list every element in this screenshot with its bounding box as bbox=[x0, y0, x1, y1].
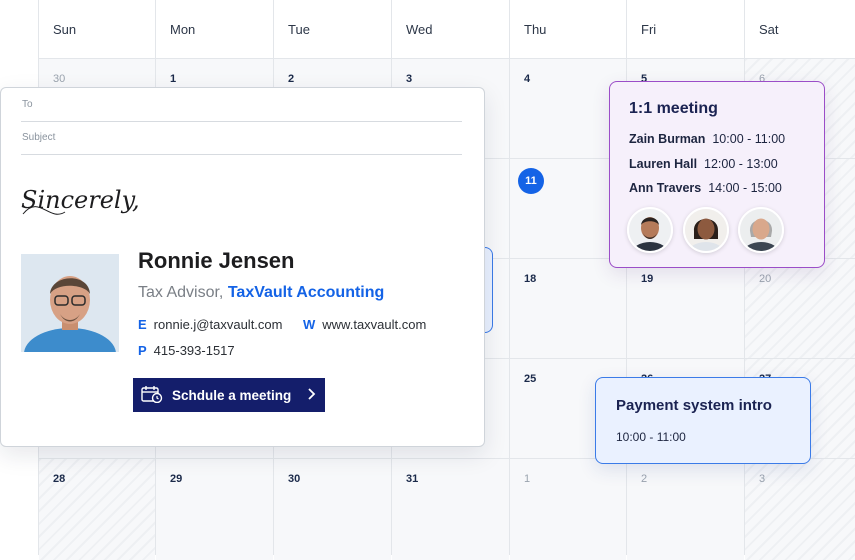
day-header-mon: Mon bbox=[156, 0, 273, 58]
event-title: Payment system intro bbox=[616, 397, 772, 414]
contact-name: Ronnie Jensen bbox=[138, 248, 295, 273]
day-number: 1 bbox=[524, 473, 531, 485]
day-number: 28 bbox=[53, 473, 66, 485]
day-cell[interactable]: 19 bbox=[627, 259, 744, 358]
day-header-thu: Thu bbox=[510, 0, 626, 58]
to-label: To bbox=[22, 99, 33, 110]
day-cell[interactable]: 30 bbox=[274, 459, 391, 560]
company-link[interactable]: TaxVault Accounting bbox=[228, 284, 384, 301]
day-number: 18 bbox=[524, 273, 537, 285]
day-number: 2 bbox=[288, 73, 295, 85]
subject-field[interactable]: Subject bbox=[21, 121, 462, 155]
chevron-right-icon bbox=[306, 387, 316, 403]
slot-person: Zain Burman bbox=[629, 132, 706, 146]
day-number: 31 bbox=[406, 473, 419, 485]
slot-person: Lauren Hall bbox=[629, 157, 698, 171]
day-header-tue: Tue bbox=[274, 0, 391, 58]
day-header-sat: Sat bbox=[745, 0, 855, 58]
phone-key: P bbox=[138, 343, 147, 358]
subject-label: Subject bbox=[22, 132, 56, 143]
day-cell[interactable]: 28 bbox=[39, 459, 155, 560]
signoff-script: Sincerely, bbox=[21, 186, 139, 215]
event-time: 10:00 - 11:00 bbox=[616, 430, 686, 444]
slot-person: Ann Travers bbox=[629, 181, 702, 195]
phone-value[interactable]: 415-393-1517 bbox=[154, 343, 235, 358]
slot-time: 12:00 - 13:00 bbox=[704, 157, 778, 171]
day-number: 1 bbox=[170, 73, 177, 85]
email-key: E bbox=[138, 317, 147, 332]
meeting-title: 1:1 meeting bbox=[629, 100, 718, 117]
day-cell[interactable]: 2 bbox=[627, 459, 744, 560]
avatar bbox=[627, 207, 673, 253]
day-number: 30 bbox=[288, 473, 301, 485]
schedule-meeting-button[interactable]: Schdule a meeting bbox=[133, 378, 325, 412]
day-header-wed: Wed bbox=[392, 0, 509, 58]
email-value[interactable]: ronnie.j@taxvault.com bbox=[154, 317, 283, 332]
web-contact: Wwww.taxvault.com bbox=[303, 317, 426, 332]
day-number: 4 bbox=[524, 73, 531, 85]
day-number: 20 bbox=[759, 273, 772, 285]
web-value[interactable]: www.taxvault.com bbox=[322, 317, 426, 332]
meeting-slot[interactable]: Ann Travers 14:00 - 15:00 bbox=[629, 181, 782, 195]
day-number: 19 bbox=[641, 273, 654, 285]
slot-time: 14:00 - 15:00 bbox=[708, 181, 782, 195]
phone-contact: P 415-393-1517 bbox=[138, 343, 235, 358]
day-number: 29 bbox=[170, 473, 183, 485]
day-cell[interactable]: 1 bbox=[510, 459, 626, 560]
email-contact: Eronnie.j@taxvault.com bbox=[138, 317, 282, 332]
day-cell[interactable]: 20 bbox=[745, 259, 855, 358]
day-number: 3 bbox=[759, 473, 766, 485]
slot-time: 10:00 - 11:00 bbox=[712, 132, 786, 146]
day-header-sun: Sun bbox=[39, 0, 155, 58]
meeting-slot[interactable]: Zain Burman 10:00 - 11:00 bbox=[629, 132, 785, 146]
day-cell[interactable]: 18 bbox=[510, 259, 626, 358]
avatar bbox=[683, 207, 729, 253]
role-title: Tax Advisor, bbox=[138, 284, 224, 301]
to-field[interactable]: To bbox=[21, 88, 462, 122]
meeting-slot[interactable]: Lauren Hall 12:00 - 13:00 bbox=[629, 157, 778, 171]
day-number: 3 bbox=[406, 73, 413, 85]
calendar-icon bbox=[141, 385, 163, 406]
payment-intro-event-card[interactable]: Payment system intro 10:00 - 11:00 bbox=[595, 377, 811, 464]
day-cell[interactable]: 31 bbox=[392, 459, 509, 560]
day-number: 30 bbox=[53, 73, 66, 85]
web-key: W bbox=[303, 317, 316, 332]
day-cell[interactable]: 3 bbox=[745, 459, 855, 560]
day-number: 2 bbox=[641, 473, 648, 485]
email-composer: To Subject Sincerely, Ronnie Jensen Tax … bbox=[0, 87, 485, 447]
contact-role: Tax Advisor, TaxVault Accounting bbox=[138, 284, 384, 302]
avatar bbox=[738, 207, 784, 253]
signoff-text: Sincerely, bbox=[21, 186, 139, 214]
today-badge: 11 bbox=[518, 168, 544, 194]
profile-photo bbox=[21, 254, 119, 352]
schedule-meeting-label: Schdule a meeting bbox=[172, 387, 292, 403]
day-number: 25 bbox=[524, 373, 537, 385]
day-header-fri: Fri bbox=[627, 0, 744, 58]
day-cell[interactable]: 29 bbox=[156, 459, 273, 560]
one-on-one-meeting-card[interactable]: 1:1 meeting Zain Burman 10:00 - 11:00 La… bbox=[609, 81, 825, 268]
